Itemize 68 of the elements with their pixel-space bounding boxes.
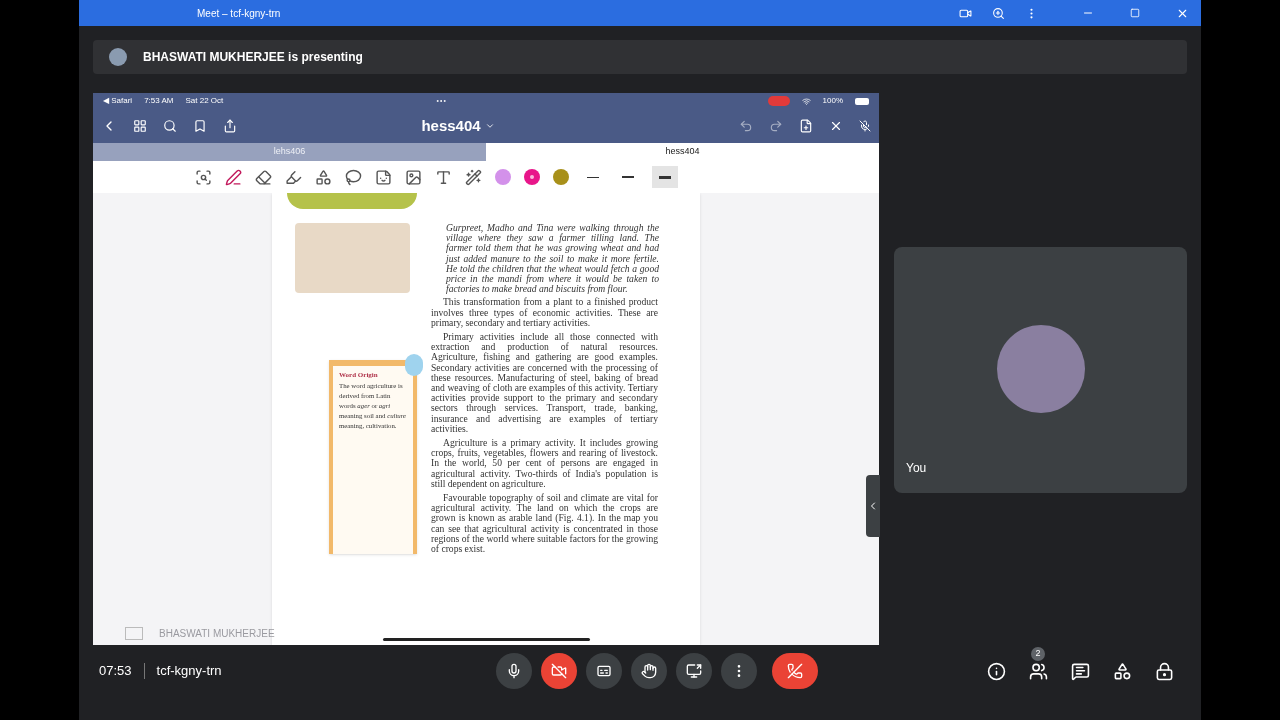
body-paragraph: Agriculture is a primary activity. It includes growing crops, fruits, vegetables, flowers and rearing of livestock. In the world, 50 per cent of persons are engaged in agricultural activity. Two-thirds of India's population is still dependent on agriculture.: [431, 438, 658, 490]
info-button[interactable]: [986, 660, 1007, 682]
stroke-width-option[interactable]: [652, 166, 678, 188]
lock-icon: [1155, 661, 1174, 681]
sticker-icon[interactable]: [375, 168, 392, 186]
wifi-icon: [801, 96, 811, 106]
camera-off-icon: [551, 663, 567, 679]
window-title: Meet – tcf-kgny-trn: [197, 6, 281, 21]
share-icon[interactable]: [223, 119, 237, 133]
microphone-icon: [506, 663, 522, 679]
screen-icon: [125, 627, 143, 640]
close-icon[interactable]: [829, 119, 843, 133]
eraser-icon[interactable]: [255, 168, 272, 186]
present-button[interactable]: [676, 653, 712, 689]
document-tab[interactable]: hess404: [486, 143, 879, 161]
raise-hand-button[interactable]: [631, 653, 667, 689]
status-time: 7:53 AM: [144, 95, 174, 107]
text-tool-icon[interactable]: [435, 168, 452, 186]
microphone-button[interactable]: [496, 653, 532, 689]
presenting-text: BHASWATI MUKHERJEE is presenting: [143, 49, 363, 66]
caret-icon[interactable]: [484, 121, 495, 131]
color-swatch[interactable]: [524, 169, 540, 185]
wand-icon[interactable]: [465, 168, 482, 186]
scan-icon[interactable]: [195, 168, 212, 186]
battery-level: 100%: [822, 95, 843, 107]
avatar-icon: [109, 48, 127, 66]
battery-icon: [855, 97, 869, 105]
zoom-icon[interactable]: [992, 6, 1005, 20]
body-paragraph: Favourable topography of soil and climate are vital for agricultural activity. The land on which the crops are grown is known as arable land (Fig. 4.1). In the map you can see that agricultural activity is concentrated in those regions of the world where suitable factors for the growing of crops exist.: [431, 493, 658, 555]
recording-indicator: [767, 96, 790, 106]
document-title[interactable]: hess404: [421, 114, 481, 138]
captions-button[interactable]: [586, 653, 622, 689]
grid-icon[interactable]: [133, 119, 147, 133]
body-paragraph: Primary activities include all those connected with extraction and production of natural resources. Agriculture, fishing and gathering are good examples. Secondary activities are concerned with the processing of these resources. Manufacturing of steel, baking of bread and weaving of cloth are examples of this activity. Tertiary activities provide support to the primary and secondary sectors through services. Transport, trade, banking, insurance and advertising are examples of tertiary activities.: [431, 332, 658, 435]
story-paragraph: Gurpreet, Madho and Tina were walking through the village where they saw a farmer tilling land. The farmer told them that he was growing wheat and had just added manure to the soil to make it more fertile. He told the children that the wheat would fetch a good price in the mandi from where it would be taken to factories to make bread and biscuits from flour.: [444, 223, 659, 295]
highlighter-icon[interactable]: [285, 168, 302, 186]
status-date: Sat 22 Oct: [185, 95, 224, 107]
lasso-icon[interactable]: [345, 168, 362, 186]
presenter-name: BHASWATI MUKHERJEE: [159, 627, 275, 641]
screen-share-icon: [686, 663, 702, 679]
color-swatch[interactable]: [553, 169, 569, 185]
add-page-icon[interactable]: [799, 119, 813, 133]
image-icon[interactable]: [405, 168, 422, 186]
shapes-icon: [1113, 661, 1132, 681]
meeting-time: 07:53: [99, 662, 132, 681]
status-app: ◀ Safari: [103, 95, 133, 107]
captions-icon: [596, 663, 612, 679]
people-count-badge: 2: [1031, 646, 1045, 661]
maximize-icon[interactable]: [1130, 8, 1140, 18]
meeting-code: tcf-kgny-trn: [156, 662, 222, 681]
bookmark-icon[interactable]: [193, 119, 207, 133]
people-icon: [1029, 661, 1048, 681]
microphone-off-icon: [859, 120, 871, 132]
end-call-button[interactable]: [772, 653, 818, 689]
participant-name: You: [906, 460, 927, 477]
phone-icon: [787, 663, 803, 679]
search-icon[interactable]: [163, 119, 177, 133]
hand-icon: [641, 663, 657, 679]
host-controls-button[interactable]: [1154, 660, 1175, 682]
collapse-tab[interactable]: [866, 475, 880, 537]
activities-button[interactable]: [1112, 660, 1133, 682]
body-paragraph: This transformation from a plant to a finished product involves three types of economic activities. These are primary, secondary and tertiary activities.: [431, 297, 658, 329]
color-swatch[interactable]: [495, 169, 511, 185]
shapes-icon[interactable]: [315, 168, 332, 186]
pen-icon[interactable]: [225, 168, 242, 186]
camera-off-button[interactable]: [541, 653, 577, 689]
chat-icon: [1071, 661, 1090, 681]
info-icon: [987, 661, 1006, 681]
